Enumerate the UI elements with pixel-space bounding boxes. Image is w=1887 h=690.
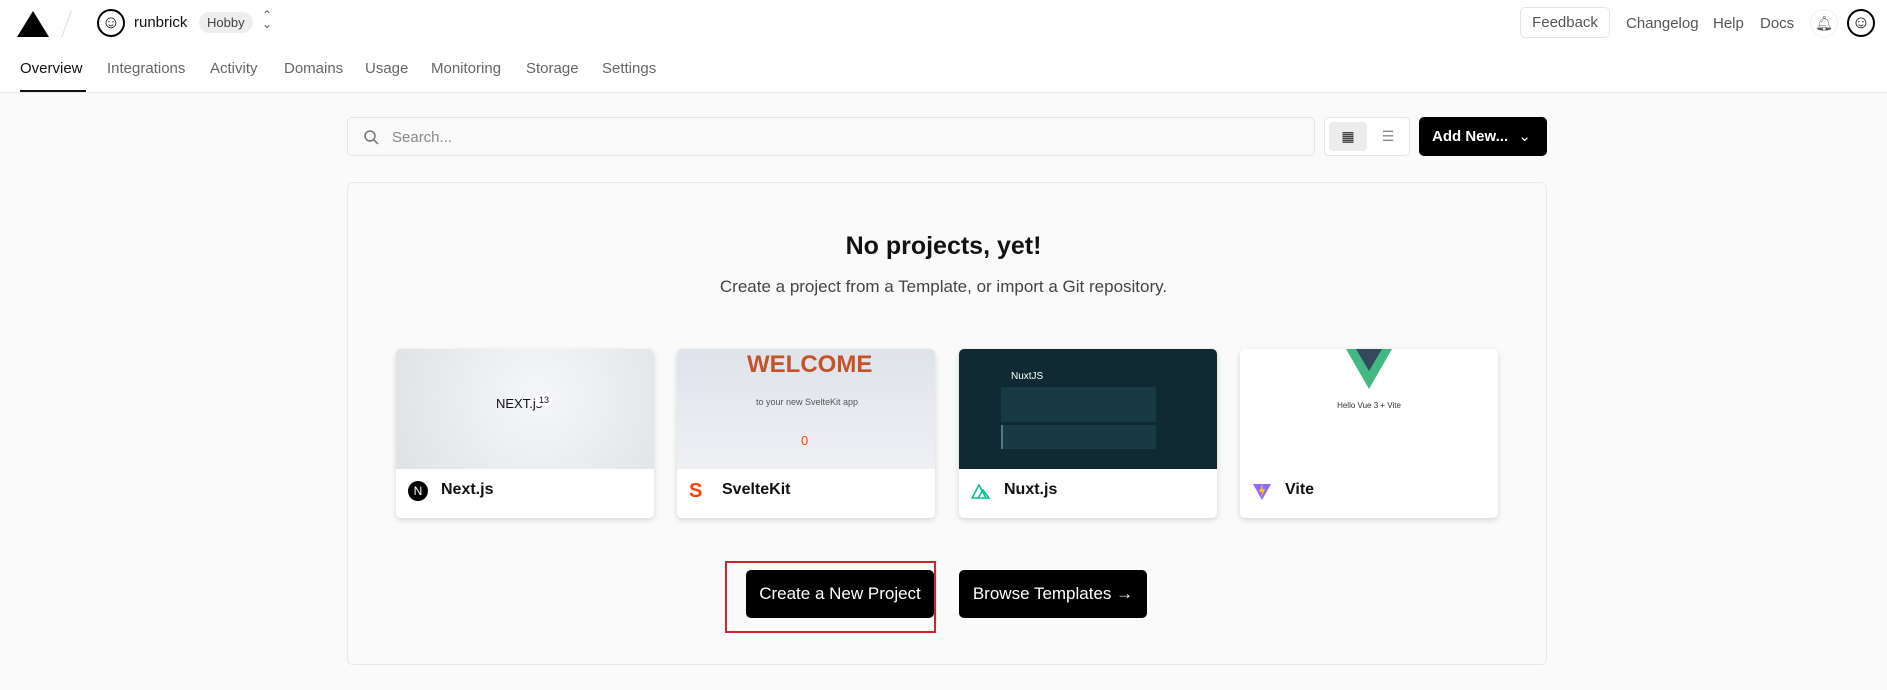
top-bar: ☺ runbrick Hobby ⌃ ⌄ Overview Integration… xyxy=(0,0,1887,93)
view-toggle: ▦ ☰ xyxy=(1324,117,1410,156)
bell-icon[interactable]: 🔔︎ xyxy=(1810,9,1838,37)
help-link[interactable]: Help xyxy=(1713,15,1744,32)
tab-settings[interactable]: Settings xyxy=(602,60,656,77)
nuxt-icon xyxy=(971,483,991,499)
add-new-button[interactable]: Add New... ⌄ xyxy=(1419,117,1547,156)
search-placeholder: Search... xyxy=(392,129,453,146)
create-new-project-button[interactable]: Create a New Project xyxy=(746,570,934,618)
tab-domains[interactable]: Domains xyxy=(284,60,343,77)
tab-usage[interactable]: Usage xyxy=(365,60,408,77)
feedback-button[interactable]: Feedback xyxy=(1520,7,1610,38)
active-tab-indicator xyxy=(20,90,86,92)
tab-overview[interactable]: Overview xyxy=(20,60,83,77)
divider xyxy=(61,10,72,38)
search-icon xyxy=(364,130,379,145)
team-name[interactable]: runbrick xyxy=(134,14,187,31)
plan-badge: Hobby xyxy=(199,12,253,33)
empty-title: No projects, yet! xyxy=(845,232,1042,260)
changelog-link[interactable]: Changelog xyxy=(1626,15,1699,32)
template-name: Nuxt.js xyxy=(1004,481,1058,498)
template-card-nuxtjs[interactable]: NuxtJS Nuxt.js xyxy=(959,349,1217,518)
nextjs-icon: N xyxy=(408,481,428,501)
template-name: Next.js xyxy=(441,481,494,498)
template-card-vite[interactable]: Hello Vue 3 + Vite Vite xyxy=(1240,349,1498,518)
nuxtjs-preview: NuxtJS xyxy=(959,349,1217,469)
nextjs-preview: NEXT.js 13 xyxy=(396,349,654,469)
add-new-label: Add New... xyxy=(1432,128,1509,145)
empty-subtitle: Create a project from a Template, or imp… xyxy=(719,277,1168,296)
tab-activity[interactable]: Activity xyxy=(210,60,258,77)
search-input[interactable]: Search... xyxy=(347,117,1315,156)
tab-integrations[interactable]: Integrations xyxy=(107,60,185,77)
browse-templates-button[interactable]: Browse Templates → xyxy=(959,570,1147,618)
template-name: SvelteKit xyxy=(722,481,791,498)
vite-preview: Hello Vue 3 + Vite xyxy=(1240,349,1498,469)
template-card-sveltekit[interactable]: WELCOME to your new SvelteKit app 0 S Sv… xyxy=(677,349,935,518)
team-switcher-chevron-icon[interactable]: ⌃ ⌄ xyxy=(262,9,272,30)
team-avatar[interactable]: ☺ xyxy=(97,9,125,37)
svelte-icon: S xyxy=(689,480,703,502)
user-avatar[interactable]: ☺ xyxy=(1847,9,1875,37)
template-name: Vite xyxy=(1285,481,1315,498)
tab-storage[interactable]: Storage xyxy=(526,60,579,77)
vite-icon xyxy=(1253,483,1271,500)
grid-view-icon[interactable]: ▦ xyxy=(1329,122,1367,151)
list-view-icon[interactable]: ☰ xyxy=(1369,122,1407,151)
template-card-nextjs[interactable]: NEXT.js 13 N Next.js xyxy=(396,349,654,518)
chevron-down-icon: ⌄ xyxy=(1518,128,1531,145)
tab-monitoring[interactable]: Monitoring xyxy=(431,60,501,77)
vercel-logo-icon[interactable] xyxy=(17,11,49,37)
sveltekit-preview: WELCOME to your new SvelteKit app 0 xyxy=(677,349,935,469)
docs-link[interactable]: Docs xyxy=(1760,15,1794,32)
